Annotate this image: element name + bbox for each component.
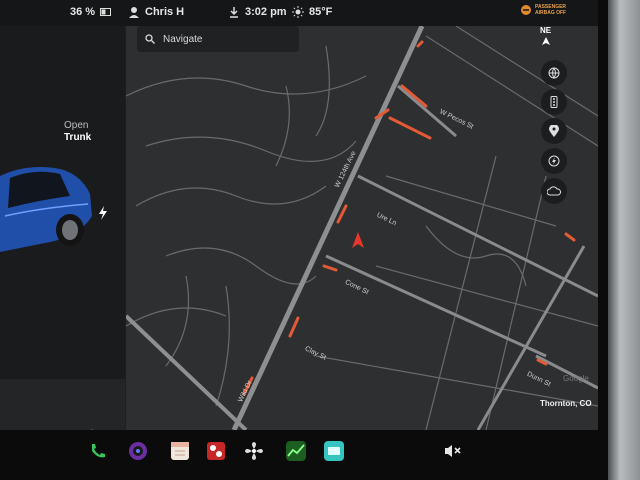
navigate-placeholder: Navigate (163, 33, 203, 45)
sun-icon (292, 6, 304, 18)
charging-stations-button[interactable] (541, 148, 567, 174)
map-pin-icon (549, 125, 559, 137)
volume-muted-icon[interactable] (442, 441, 462, 461)
battery-status: 36 % (70, 6, 112, 18)
phone-icon[interactable] (88, 441, 108, 461)
car-panel: Open Trunk (0, 26, 125, 430)
compass-arrow-icon (541, 37, 550, 45)
cloud-icon (547, 186, 561, 196)
battery-icon (100, 8, 112, 16)
camera-app-icon[interactable] (128, 441, 148, 461)
map-streets (126, 26, 598, 430)
open-trunk-button[interactable]: Open Trunk (64, 120, 91, 144)
toybox-icon[interactable] (206, 441, 226, 461)
lightning-icon (548, 155, 560, 167)
trunk-label-line1: Open (64, 120, 89, 131)
trunk-label-line2: Trunk (64, 132, 92, 143)
dashcam-icon[interactable] (324, 441, 344, 461)
pin-button[interactable] (541, 118, 567, 144)
airbag-indicator: PASSENGER AIRBAG OFF (520, 4, 566, 16)
charging-bolt-icon (99, 206, 107, 220)
current-location: Thornton, CO (540, 399, 592, 408)
driver-name: Chris H (145, 6, 185, 18)
map-attribution: Google (563, 374, 589, 383)
touchscreen: 36 % Chris H 3:02 pm 85°F PASSENGER AIRB… (0, 0, 598, 430)
fan-icon[interactable] (244, 441, 264, 461)
globe-icon (548, 67, 560, 79)
navigation-arrow-icon (352, 232, 364, 248)
energy-graph-icon[interactable] (286, 441, 306, 461)
navigate-search-bar[interactable]: Navigate (137, 26, 299, 52)
calendar-icon[interactable] (170, 441, 190, 461)
compass-heading: NE (540, 26, 552, 35)
dashboard-frame (604, 0, 640, 480)
airbag-icon (521, 5, 531, 15)
search-icon (145, 34, 155, 44)
clock: 3:02 pm (228, 6, 287, 18)
temperature: 85°F (309, 6, 333, 18)
airbag-label-line2: AIRBAG OFF (535, 10, 567, 16)
weather: 85°F (292, 6, 332, 18)
traffic-light-icon (550, 96, 558, 108)
car-panel-controls (0, 379, 125, 430)
current-time: 3:02 pm (245, 6, 287, 18)
traffic-button[interactable] (541, 89, 567, 115)
map-settings-button[interactable] (541, 60, 567, 86)
navigation-map[interactable]: W 124th Ave Ure Ln Clay St Cone St Dunn … (126, 26, 598, 430)
profile-icon (129, 7, 139, 18)
download-icon (230, 7, 238, 18)
battery-percentage: 36 % (70, 6, 96, 18)
status-bar: 36 % Chris H 3:02 pm 85°F PASSENGER AIRB… (0, 0, 598, 26)
driver-profile[interactable]: Chris H (128, 6, 184, 18)
car-model-image (0, 167, 92, 252)
compass[interactable]: NE (540, 26, 551, 45)
weather-overlay-button[interactable] (541, 178, 567, 204)
